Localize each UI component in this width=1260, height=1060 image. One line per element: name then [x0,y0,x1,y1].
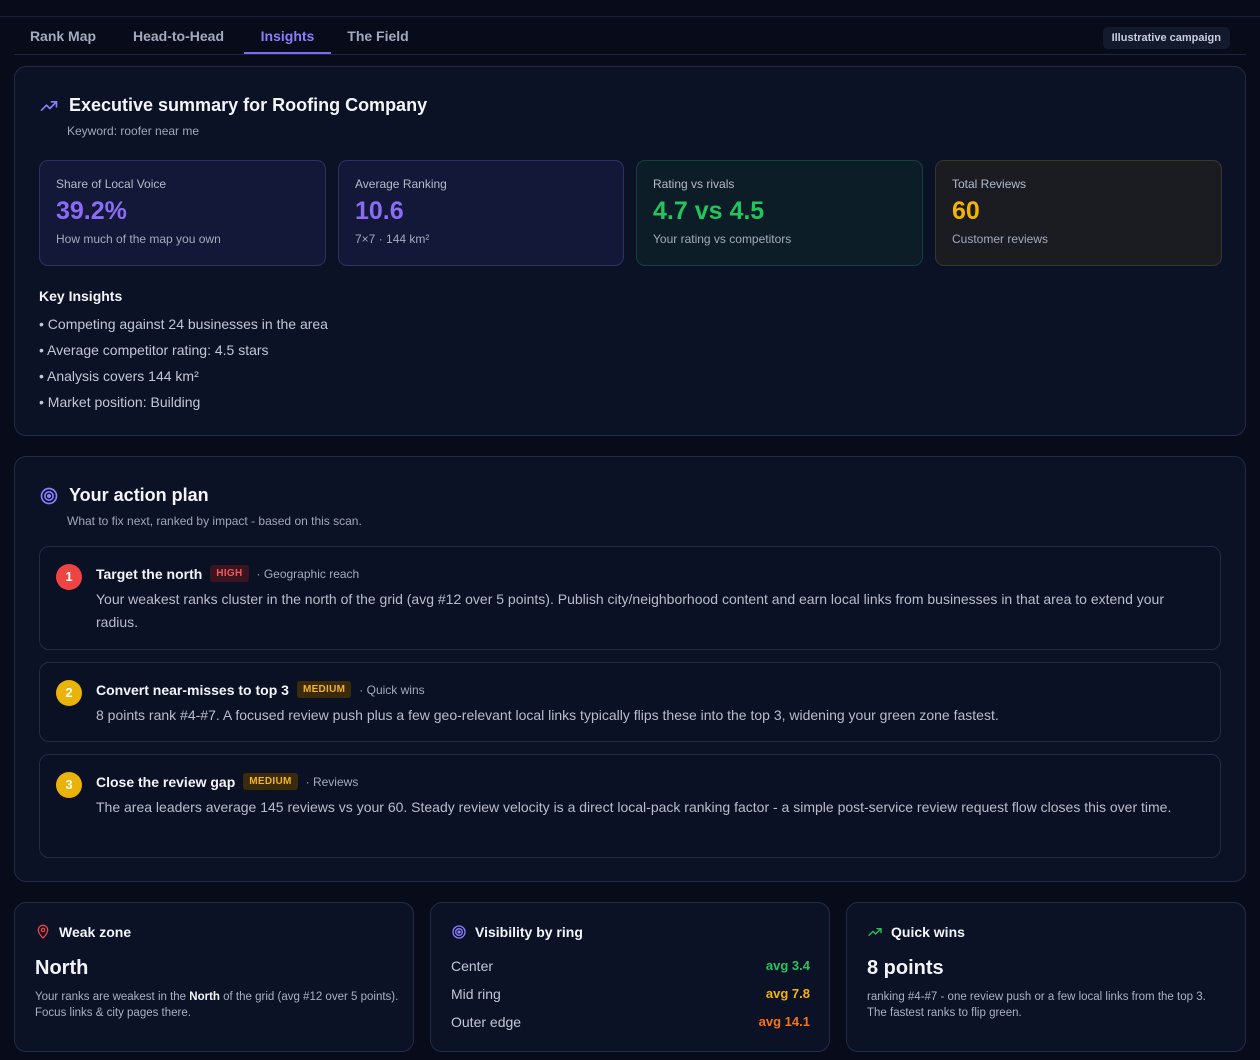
tab-bar: Rank Map Head-to-Head Insights The Field… [14,17,1246,55]
action-item-2[interactable]: 2 Convert near-misses to top 3 MEDIUM · … [39,662,1221,742]
stat-desc: 7×7 · 144 km² [355,232,430,246]
priority-badge: MEDIUM [243,773,298,790]
ring-label: Center [451,958,494,974]
ring-value: avg 14.1 [758,1014,810,1029]
weak-zone-description: Your ranks are weakest in the North of t… [35,989,400,1021]
action-title: Target the north [96,565,203,582]
weak-zone-value: North [35,957,89,979]
action-plan-title: Your action plan [69,485,209,505]
stat-label: Share of Local Voice [56,177,167,191]
stat-label: Total Reviews [952,177,1027,191]
visibility-by-ring-card: Visibility by ring Center avg 3.4 Mid ri… [430,902,830,1052]
map-pin-icon [35,924,51,940]
quick-wins-value: 8 points [867,957,944,979]
action-number: 3 [56,772,82,798]
action-item-3[interactable]: 3 Close the review gap MEDIUM · Reviews … [39,754,1221,858]
stat-desc: How much of the map you own [56,232,221,246]
stat-total-reviews: Total Reviews 60 Customer reviews [935,160,1222,266]
target-icon [451,924,467,940]
action-number: 2 [56,680,82,706]
summary-title-row: Executive summary for Roofing Company [39,95,427,116]
priority-badge: MEDIUM [296,681,352,698]
insight-item: • Market position: Building [39,394,201,410]
tab-head-to-head[interactable]: Head-to-Head [113,17,244,54]
action-plan-title-row: Your action plan [39,485,209,506]
executive-summary-card: Executive summary for Roofing Company Ke… [14,66,1246,436]
stat-value: 39.2% [56,197,127,225]
trending-up-icon [867,924,883,940]
stat-value: 60 [952,197,980,225]
stat-value: 4.7 vs 4.5 [653,197,765,225]
stat-desc: Your rating vs competitors [653,232,792,246]
trending-up-icon [39,96,59,116]
weak-zone-title: Weak zone [59,924,132,940]
ring-label: Mid ring [451,986,501,1002]
action-description: Your weakest ranks cluster in the north … [96,591,1164,630]
illustrative-campaign-badge: Illustrative campaign [1102,27,1230,49]
insight-item: • Average competitor rating: 4.5 stars [39,342,269,358]
ring-row-center: Center avg 3.4 [451,958,810,974]
action-item-1[interactable]: 1 Target the north HIGH · Geographic rea… [39,546,1221,650]
action-number: 1 [56,564,82,590]
tab-the-field[interactable]: The Field [332,17,424,54]
ring-row-outer: Outer edge avg 14.1 [451,1014,810,1030]
key-insights-heading: Key Insights [39,288,123,304]
action-category: · Quick wins [359,682,425,697]
action-category: · Reviews [305,774,359,789]
ring-row-mid: Mid ring avg 7.8 [451,986,810,1002]
priority-badge: HIGH [210,565,249,582]
stat-share-of-voice: Share of Local Voice 39.2% How much of t… [39,160,326,266]
stat-average-ranking: Average Ranking 10.6 7×7 · 144 km² [338,160,624,266]
insight-item: • Analysis covers 144 km² [39,368,199,384]
tab-rank-map[interactable]: Rank Map [14,17,112,54]
stat-value: 10.6 [355,197,404,225]
insight-item: • Competing against 24 businesses in the… [39,316,328,332]
quick-wins-card: Quick wins 8 points ranking #4-#7 - one … [846,902,1246,1052]
action-description: The area leaders average 145 reviews vs … [96,799,1172,815]
stat-desc: Customer reviews [952,232,1049,246]
quick-wins-title: Quick wins [891,924,965,940]
stat-label: Rating vs rivals [653,177,735,191]
keyword-label: Keyword: roofer near me [67,124,200,138]
action-plan-subtitle: What to fix next, ranked by impact - bas… [67,514,362,528]
quick-wins-description: ranking #4-#7 - one review push or a few… [867,991,1206,1019]
stat-rating-vs-rivals: Rating vs rivals 4.7 vs 4.5 Your rating … [636,160,923,266]
action-title: Close the review gap [96,773,236,790]
tab-insights[interactable]: Insights [244,17,331,54]
action-plan-card: Your action plan What to fix next, ranke… [14,456,1246,882]
ring-value: avg 7.8 [765,986,810,1001]
ring-label: Outer edge [451,1014,522,1030]
weak-zone-card: Weak zone North Your ranks are weakest i… [14,902,414,1052]
action-category: · Geographic reach [256,566,360,581]
visibility-title: Visibility by ring [475,924,583,940]
action-description: 8 points rank #4-#7. A focused review pu… [96,707,999,723]
ring-value: avg 3.4 [765,958,810,973]
action-title: Convert near-misses to top 3 [96,681,289,698]
weak-zone-text: Your ranks are weakest in the [35,991,190,1003]
target-icon [39,486,59,506]
summary-title: Executive summary for Roofing Company [69,95,428,115]
weak-zone-highlight: North [189,991,220,1003]
stat-label: Average Ranking [355,177,447,191]
